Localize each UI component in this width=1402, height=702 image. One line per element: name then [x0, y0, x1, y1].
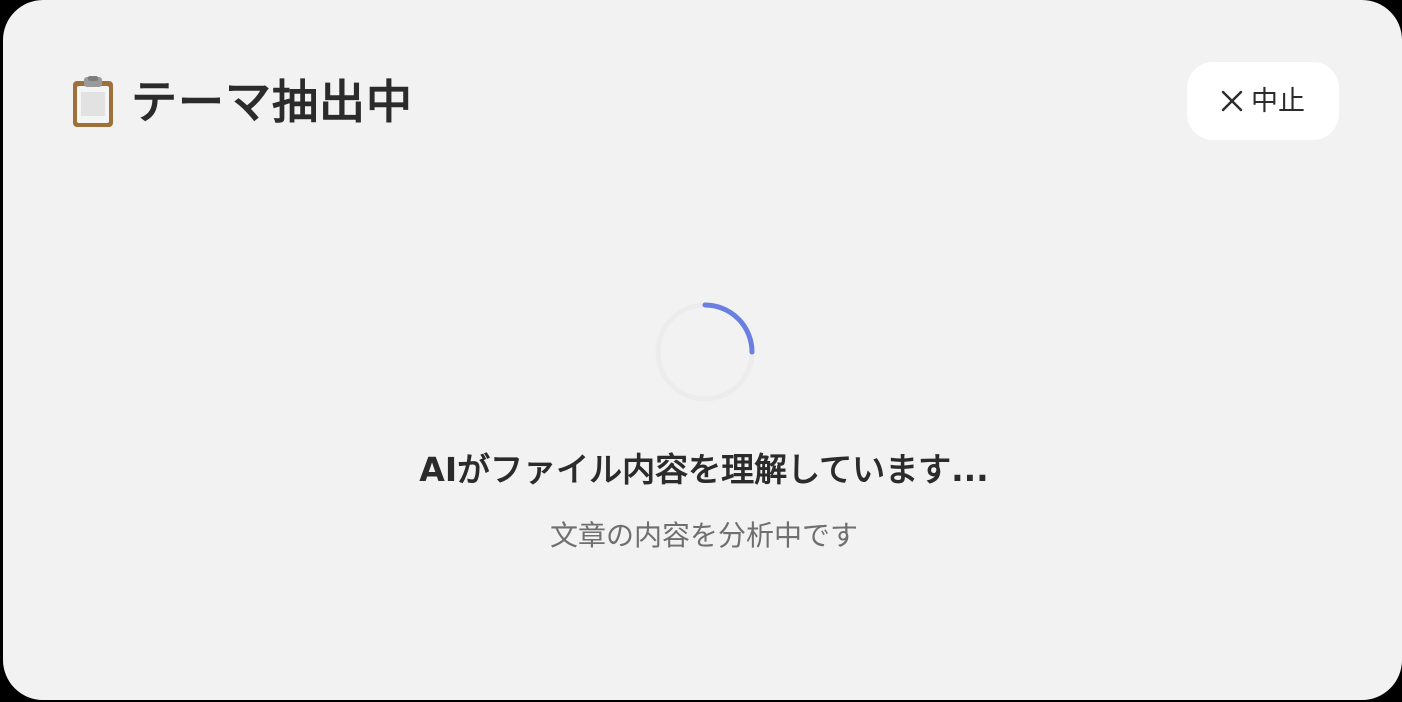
loading-spinner	[653, 300, 757, 404]
clipboard-icon	[71, 76, 115, 128]
cancel-button[interactable]: 中止	[1187, 62, 1339, 140]
close-icon	[1221, 90, 1243, 112]
cancel-button-label: 中止	[1251, 85, 1305, 117]
dialog-header: テーマ抽出中	[71, 70, 413, 134]
loading-submessage: 文章の内容を分析中です	[549, 519, 858, 552]
loading-message: AIがファイル内容を理解しています...	[419, 450, 989, 489]
dialog-title: テーマ抽出中	[131, 75, 413, 129]
extraction-dialog: テーマ抽出中 中止 AIがファイル内容を理解しています... 文章の内容を分析中…	[3, 0, 1402, 700]
